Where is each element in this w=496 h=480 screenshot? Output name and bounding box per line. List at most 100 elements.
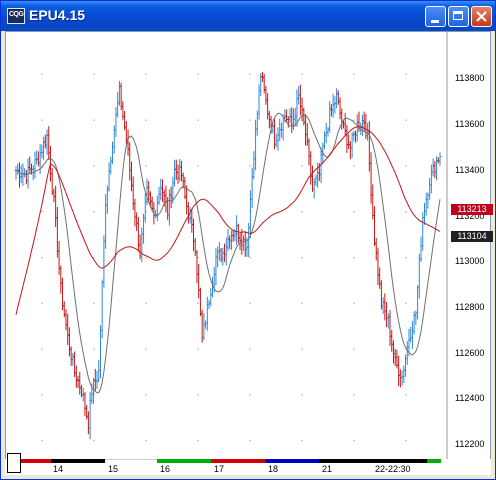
- grid-dot: [145, 119, 147, 121]
- price-bar: [173, 159, 177, 187]
- minimize-button[interactable]: [425, 6, 446, 27]
- price-bar: [386, 313, 390, 329]
- price-bar: [397, 355, 401, 387]
- price-bar: [326, 127, 330, 137]
- price-bar: [111, 141, 115, 165]
- grid-dot: [197, 302, 199, 304]
- price-label: 113600: [455, 119, 485, 129]
- price-bar: [129, 161, 133, 192]
- price-bar: [52, 188, 56, 203]
- price-bar: [205, 296, 209, 331]
- title-bar[interactable]: CQG EPU4.15: [1, 1, 495, 31]
- price-bar: [373, 206, 377, 246]
- price-bar: [109, 156, 113, 175]
- grid-dot: [353, 439, 355, 442]
- price-bar: [229, 230, 233, 251]
- price-bar: [105, 185, 109, 214]
- price-bar: [367, 121, 371, 172]
- price-bar: [381, 297, 385, 315]
- time-label: 14: [53, 464, 64, 474]
- price-bar: [224, 237, 228, 266]
- close-button[interactable]: [471, 6, 492, 27]
- price-bar: [43, 134, 47, 149]
- price-bar: [98, 325, 102, 379]
- price-bar: [121, 101, 125, 120]
- price-bar: [433, 161, 437, 179]
- price-bar: [354, 130, 358, 143]
- price-bar: [242, 235, 246, 251]
- price-bar: [16, 163, 20, 175]
- price-bar: [57, 241, 61, 275]
- grid-dot: [301, 211, 303, 213]
- chart-area[interactable]: 113800 113600 113400 113200 113000 11280…: [5, 31, 493, 475]
- grid-dot: [405, 211, 407, 213]
- grid-dot: [353, 394, 355, 396]
- price-bar: [304, 114, 308, 146]
- last-price-badge: 113213: [451, 204, 493, 215]
- grid-dot: [301, 394, 303, 396]
- price-bar: [374, 238, 378, 261]
- price-bar: [24, 169, 28, 185]
- price-bar: [198, 287, 202, 317]
- price-bar: [335, 88, 339, 109]
- price-bar: [228, 235, 232, 250]
- grid-dot: [197, 119, 199, 121]
- grid-dot: [301, 439, 303, 442]
- price-bar: [140, 227, 144, 263]
- price-bar: [416, 285, 420, 320]
- price-bar: [136, 216, 140, 252]
- maximize-button[interactable]: [448, 6, 469, 27]
- price-bar: [400, 370, 404, 386]
- chart-window: CQG EPU4.15 113800 113600 113400 113200 …: [0, 0, 496, 480]
- price-bar: [422, 202, 426, 225]
- price-bar: [309, 151, 313, 185]
- price-bar: [69, 346, 73, 366]
- grid-dot: [41, 302, 43, 304]
- price-label: 113400: [455, 165, 485, 175]
- grid-dot: [249, 348, 251, 350]
- price-bar: [143, 193, 147, 223]
- price-bar: [336, 90, 340, 105]
- grid-dot: [301, 256, 303, 259]
- price-bar: [266, 93, 270, 120]
- price-bar: [107, 162, 111, 192]
- price-bar: [45, 129, 49, 155]
- grid-dot: [41, 256, 43, 259]
- price-bar: [376, 247, 380, 286]
- price-bar: [195, 250, 199, 284]
- price-bar: [223, 243, 227, 263]
- price-bar: [314, 174, 318, 186]
- time-label: 22-22:30: [375, 464, 411, 474]
- price-bar: [202, 313, 206, 341]
- grid-dot: [405, 73, 407, 75]
- price-bar: [286, 116, 290, 128]
- price-bar: [197, 263, 201, 299]
- price-label: 112400: [455, 393, 485, 403]
- price-chart[interactable]: [6, 32, 490, 460]
- price-bar: [207, 299, 211, 310]
- price-bar: [217, 242, 221, 261]
- price-bar: [310, 165, 314, 192]
- price-bar: [54, 185, 58, 227]
- price-bar: [33, 151, 37, 179]
- price-bar: [102, 235, 106, 288]
- price-bar: [235, 215, 239, 245]
- price-bar: [323, 131, 327, 150]
- grid-dot: [93, 439, 95, 442]
- grid-dot: [249, 394, 251, 396]
- price-bar: [42, 136, 46, 160]
- price-bar: [348, 141, 352, 160]
- grid-dot: [353, 165, 355, 167]
- price-bar: [431, 158, 435, 177]
- price-bar: [36, 151, 40, 167]
- grid-dot: [145, 73, 147, 75]
- grid-dot: [145, 256, 147, 259]
- grid-dot: [93, 302, 95, 304]
- price-bar: [438, 152, 442, 166]
- price-bar: [161, 179, 165, 202]
- price-label: 112800: [455, 302, 485, 312]
- price-bar: [410, 321, 414, 349]
- price-bar: [264, 85, 268, 105]
- price-bar: [379, 280, 383, 310]
- scroll-handle[interactable]: [7, 453, 21, 473]
